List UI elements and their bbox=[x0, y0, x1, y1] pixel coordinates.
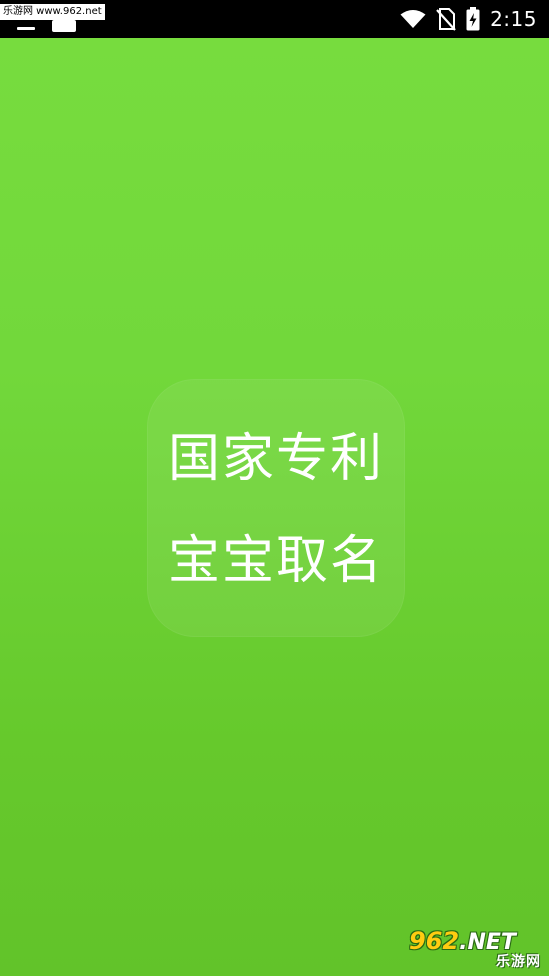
app-logo: 国家专利 宝宝取名 bbox=[147, 379, 405, 637]
status-icons: 2:15 bbox=[400, 0, 537, 38]
no-sim-icon bbox=[436, 0, 456, 38]
wifi-icon bbox=[400, 0, 426, 38]
logo-title-line-1: 国家专利 bbox=[167, 429, 384, 489]
watermark-label: 乐游网 www.962.net bbox=[0, 4, 105, 20]
notification-icon bbox=[52, 20, 76, 32]
clock-time: 2:15 bbox=[490, 7, 537, 31]
status-bar: 乐游网 www.962.net 2:15 bbox=[0, 0, 549, 38]
splash-screen: 国家专利 宝宝取名 962.NET 乐游网 bbox=[0, 38, 549, 976]
brand-watermark-name: 乐游网 bbox=[496, 954, 541, 970]
brand-watermark-logo: 962.NET 乐游网 bbox=[405, 928, 543, 972]
logo-title-line-2: 宝宝取名 bbox=[167, 531, 384, 591]
battery-charging-icon bbox=[466, 0, 480, 38]
notification-icon bbox=[17, 27, 35, 30]
brand-watermark-number: 962.NET bbox=[409, 927, 516, 955]
